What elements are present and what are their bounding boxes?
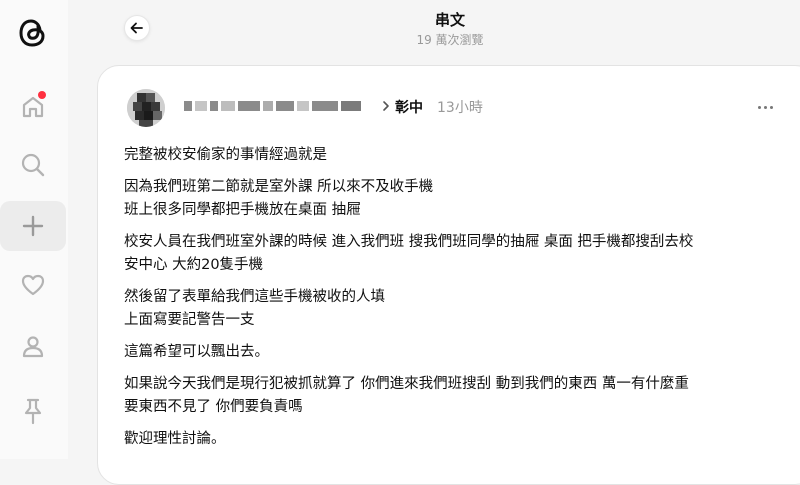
page-title: 串文 — [434, 11, 465, 29]
post-paragraph: 完整被校安偷家的事情經過就是 — [124, 144, 784, 167]
profile-icon[interactable] — [0, 321, 66, 371]
search-icon[interactable] — [0, 140, 66, 190]
pin-icon[interactable] — [0, 386, 66, 436]
post-line: 因為我們班第二節就是室外課 所以來不及收手機 — [124, 179, 434, 195]
post-paragraph: 如果說今天我們是現行犯被抓就算了 你們進來我們班搜刮 動到我們的東西 萬一有什麼… — [124, 373, 784, 419]
plus-icon[interactable] — [0, 201, 66, 251]
avatar[interactable] — [127, 89, 165, 127]
post-location[interactable]: 彰中 — [395, 97, 423, 117]
post-timestamp: 13小時 — [437, 100, 483, 116]
more-dot-icon — [763, 105, 767, 109]
heart-icon[interactable] — [0, 260, 66, 310]
view-count: 19 萬次瀏覽 — [416, 33, 484, 47]
post-paragraph: 因為我們班第二節就是室外課 所以來不及收手機 班上很多同學都把手機放在桌面 抽屜 — [124, 176, 784, 222]
more-dot-icon — [769, 105, 773, 109]
post-line: 班上很多同學都把手機放在桌面 抽屜 — [124, 202, 361, 218]
arrow-left-icon — [130, 22, 143, 34]
post-paragraph: 歡迎理性討論。 — [124, 428, 784, 451]
post-line: 上面寫要記警告一支 — [124, 312, 255, 328]
post-line: 完整被校安偷家的事情經過就是 — [124, 147, 327, 163]
post-line: 安中心 大約20隻手機 — [124, 257, 264, 273]
post-line: 歡迎理性討論。 — [124, 431, 226, 447]
more-options-button[interactable] — [754, 102, 776, 112]
post-paragraph: 然後留了表單給我們這些手機被收的人填 上面寫要記警告一支 — [124, 286, 784, 332]
post-line: 校安人員在我們班室外課的時候 進入我們班 搜我們班同學的抽屜 桌面 把手機都搜刮… — [124, 234, 694, 250]
more-dot-icon — [757, 105, 761, 109]
post-paragraph: 校安人員在我們班室外課的時候 進入我們班 搜我們班同學的抽屜 桌面 把手機都搜刮… — [124, 231, 784, 277]
post-line: 如果說今天我們是現行犯被抓就算了 你們進來我們班搜刮 動到我們的東西 萬一有什麼… — [124, 376, 689, 392]
notification-dot — [38, 91, 46, 99]
threads-logo-icon[interactable] — [0, 8, 66, 58]
username-redacted[interactable] — [184, 98, 374, 114]
post-line: 這篇希望可以飄出去。 — [124, 344, 269, 360]
post-line: 要東西不見了 你們要負責嗎 — [124, 399, 303, 415]
sidebar — [0, 0, 68, 459]
post-paragraph: 這篇希望可以飄出去。 — [124, 341, 784, 364]
back-button[interactable] — [124, 15, 150, 41]
chevron-right-icon — [383, 101, 389, 111]
post-body: 完整被校安偷家的事情經過就是 因為我們班第二節就是室外課 所以來不及收手機 班上… — [124, 144, 784, 460]
post-line: 然後留了表單給我們這些手機被收的人填 — [124, 289, 385, 305]
home-icon[interactable] — [0, 82, 66, 132]
